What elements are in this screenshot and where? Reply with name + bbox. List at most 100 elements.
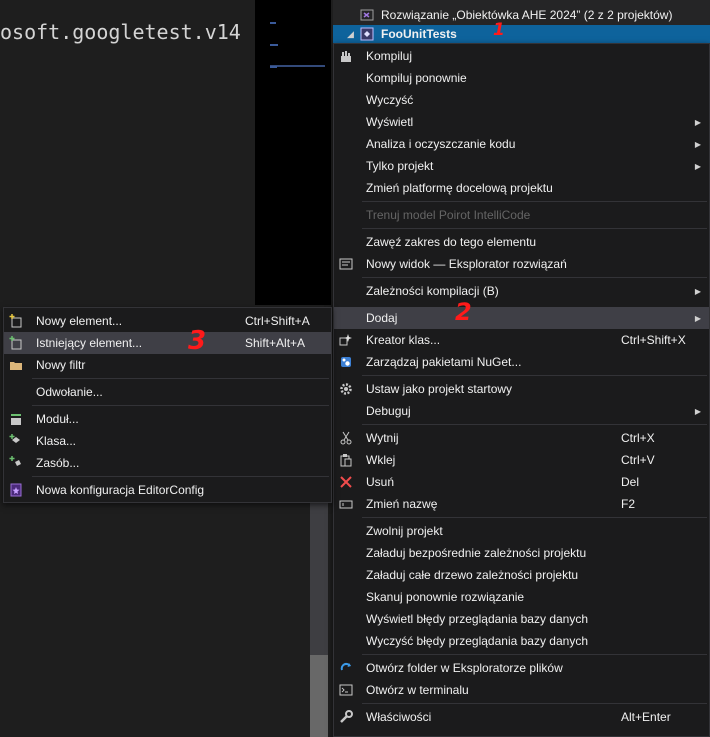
menu-separator	[32, 378, 329, 379]
menu-item-wyswietl-bledy-przegladania-bazy-danych[interactable]: Wyświetl błędy przeglądania bazy danych	[334, 608, 709, 630]
menu-item-label: Zasób...	[36, 456, 80, 470]
project-row-selected[interactable]: ◢ FooUnitTests	[333, 25, 710, 43]
menu-item-label: Załaduj całe drzewo zależności projektu	[366, 568, 579, 582]
menu-item-wytnij[interactable]: Wytnij Ctrl+X	[334, 427, 709, 449]
menu-item-debuguj[interactable]: Debuguj ▶	[334, 400, 709, 422]
build-icon	[338, 48, 354, 64]
menu-item-label: Ustaw jako projekt startowy	[366, 382, 513, 396]
refresh-icon	[338, 660, 354, 676]
menu-item-tylko-projekt[interactable]: Tylko projekt ▶	[334, 155, 709, 177]
annotation-step-3: 3	[188, 326, 207, 356]
menu-item-zarzadzaj-pakietami-nuget[interactable]: Zarządzaj pakietami NuGet...	[334, 351, 709, 373]
submenu-item-nowy-filtr[interactable]: Nowy filtr	[4, 354, 331, 376]
new-view-icon	[338, 256, 354, 272]
menu-item-shortcut: Alt+Enter	[621, 710, 671, 724]
menu-item-label: Kreator klas...	[366, 333, 441, 347]
menu-item-label: Wytnij	[366, 431, 399, 445]
solution-label: Rozwiązanie „Obiektówka AHE 2024” (2 z 2…	[381, 8, 673, 22]
submenu-item-zasob[interactable]: Zasób...	[4, 452, 331, 474]
submenu-item-istniejacy-element[interactable]: Istniejący element... Shift+Alt+A	[4, 332, 331, 354]
menu-item-ustaw-jako-projekt-startowy[interactable]: Ustaw jako projekt startowy	[334, 378, 709, 400]
menu-item-usun[interactable]: Usuń Del	[334, 471, 709, 493]
submenu-item-odwolanie[interactable]: Odwołanie...	[4, 381, 331, 403]
terminal-icon	[338, 682, 354, 698]
menu-item-zaladuj-bezposrednie-zaleznosci-projektu[interactable]: Załaduj bezpośrednie zależności projektu	[334, 542, 709, 564]
menu-separator	[362, 277, 707, 278]
menu-item-zmien-nazwe[interactable]: Zmień nazwę F2	[334, 493, 709, 515]
menu-item-label: Zawęź zakres do tego elementu	[366, 235, 537, 249]
menu-item-label: Zwolnij projekt	[366, 524, 443, 538]
menu-item-label: Kompiluj ponownie	[366, 71, 467, 85]
menu-item-label: Nowy filtr	[36, 358, 86, 372]
folder-icon	[8, 357, 24, 373]
menu-separator	[362, 517, 707, 518]
menu-separator	[32, 405, 329, 406]
menu-item-zmien-platforme-docelowa-projektu[interactable]: Zmień platformę docelową projektu	[334, 177, 709, 199]
menu-item-label: Klasa...	[36, 434, 77, 448]
menu-item-analiza-i-oczyszczanie-kodu[interactable]: Analiza i oczyszczanie kodu ▶	[334, 133, 709, 155]
menu-item-wlasciwosci[interactable]: Właściwości Alt+Enter	[334, 706, 709, 728]
menu-item-label: Nowy widok — Eksplorator rozwiązań	[366, 257, 567, 271]
menu-item-zaleznosci-kompilacji-b[interactable]: Zależności kompilacji (B) ▶	[334, 280, 709, 302]
editor-minimap[interactable]	[255, 0, 331, 305]
menu-item-label: Nowy element...	[36, 314, 123, 328]
menu-item-nowy-widok-eksplorator-rozwiazan[interactable]: Nowy widok — Eksplorator rozwiązań	[334, 253, 709, 275]
menu-item-kreator-klas[interactable]: Kreator klas... Ctrl+Shift+X	[334, 329, 709, 351]
menu-item-wyczysc[interactable]: Wyczyść	[334, 89, 709, 111]
menu-item-label: Odwołanie...	[36, 385, 103, 399]
resource-icon	[8, 455, 24, 471]
submenu-item-modul[interactable]: Moduł...	[4, 408, 331, 430]
paste-icon	[338, 452, 354, 468]
menu-item-shortcut: Del	[621, 475, 640, 489]
menu-separator	[362, 703, 707, 704]
menu-item-label: Załaduj bezpośrednie zależności projektu	[366, 546, 587, 560]
menu-item-zaladuj-cale-drzewo-zaleznosci-projektu[interactable]: Załaduj całe drzewo zależności projektu	[334, 564, 709, 586]
menu-item-zawez-zakres-do-tego-elementu[interactable]: Zawęź zakres do tego elementu	[334, 231, 709, 253]
minimap-line	[270, 44, 278, 46]
menu-item-label: Otwórz folder w Eksploratorze plików	[366, 661, 563, 675]
menu-item-zwolnij-projekt[interactable]: Zwolnij projekt	[334, 520, 709, 542]
scrollbar-thumb[interactable]	[310, 655, 328, 737]
submenu-item-klasa[interactable]: Klasa...	[4, 430, 331, 452]
submenu-arrow-icon: ▶	[694, 313, 701, 323]
menu-item-trenuj-model-poirot-intellicode: Trenuj model Poirot IntelliCode	[334, 204, 709, 226]
menu-separator	[362, 654, 707, 655]
menu-item-dodaj[interactable]: Dodaj ▶	[334, 307, 709, 329]
solution-row[interactable]: Rozwiązanie „Obiektówka AHE 2024” (2 z 2…	[333, 6, 710, 24]
delete-icon	[338, 474, 354, 490]
menu-item-wklej[interactable]: Wklej Ctrl+V	[334, 449, 709, 471]
collapse-arrow-icon[interactable]: ◢	[347, 29, 359, 40]
menu-item-kompiluj[interactable]: Kompiluj	[334, 45, 709, 67]
editorconfig-icon	[8, 482, 24, 498]
menu-item-shortcut: Ctrl+Shift+A	[245, 314, 310, 328]
menu-item-shortcut: Ctrl+Shift+X	[621, 333, 686, 347]
solution-icon	[359, 8, 375, 22]
rename-icon	[338, 496, 354, 512]
minimap-line	[270, 65, 325, 67]
menu-item-wyswietl[interactable]: Wyświetl ▶	[334, 111, 709, 133]
solution-explorer: Rozwiązanie „Obiektówka AHE 2024” (2 z 2…	[333, 0, 710, 46]
menu-item-otworz-w-terminalu[interactable]: Otwórz w terminalu	[334, 679, 709, 701]
menu-item-label: Zależności kompilacji (B)	[366, 284, 499, 298]
add-submenu: Nowy element... Ctrl+Shift+A Istniejący el…	[3, 307, 332, 503]
code-editor-text: osoft.googletest.v14	[0, 20, 241, 44]
submenu-item-nowa-konfiguracja-editorconfig[interactable]: Nowa konfiguracja EditorConfig	[4, 479, 331, 501]
menu-item-wyczysc-bledy-przegladania-bazy-danych[interactable]: Wyczyść błędy przeglądania bazy danych	[334, 630, 709, 652]
menu-item-kompiluj-ponownie[interactable]: Kompiluj ponownie	[334, 67, 709, 89]
project-label: FooUnitTests	[381, 27, 457, 41]
scissors-icon	[338, 430, 354, 446]
menu-item-label: Istniejący element...	[36, 336, 143, 350]
submenu-item-nowy-element[interactable]: Nowy element... Ctrl+Shift+A	[4, 310, 331, 332]
editor-scrollbar[interactable]	[310, 500, 328, 737]
menu-item-label: Dodaj	[366, 311, 398, 325]
annotation-step-2: 2	[455, 298, 472, 326]
menu-item-shortcut: Shift+Alt+A	[245, 336, 306, 350]
menu-item-skanuj-ponownie-rozwiazanie[interactable]: Skanuj ponownie rozwiązanie	[334, 586, 709, 608]
new-item-icon	[8, 313, 24, 329]
menu-item-label: Wyczyść	[366, 93, 414, 107]
menu-item-label: Zmień nazwę	[366, 497, 438, 511]
menu-item-otworz-folder-w-eksploratorze-plikow[interactable]: Otwórz folder w Eksploratorze plików	[334, 657, 709, 679]
menu-item-label: Skanuj ponownie rozwiązanie	[366, 590, 525, 604]
menu-item-label: Otwórz w terminalu	[366, 683, 469, 697]
menu-item-label: Nowa konfiguracja EditorConfig	[36, 483, 205, 497]
